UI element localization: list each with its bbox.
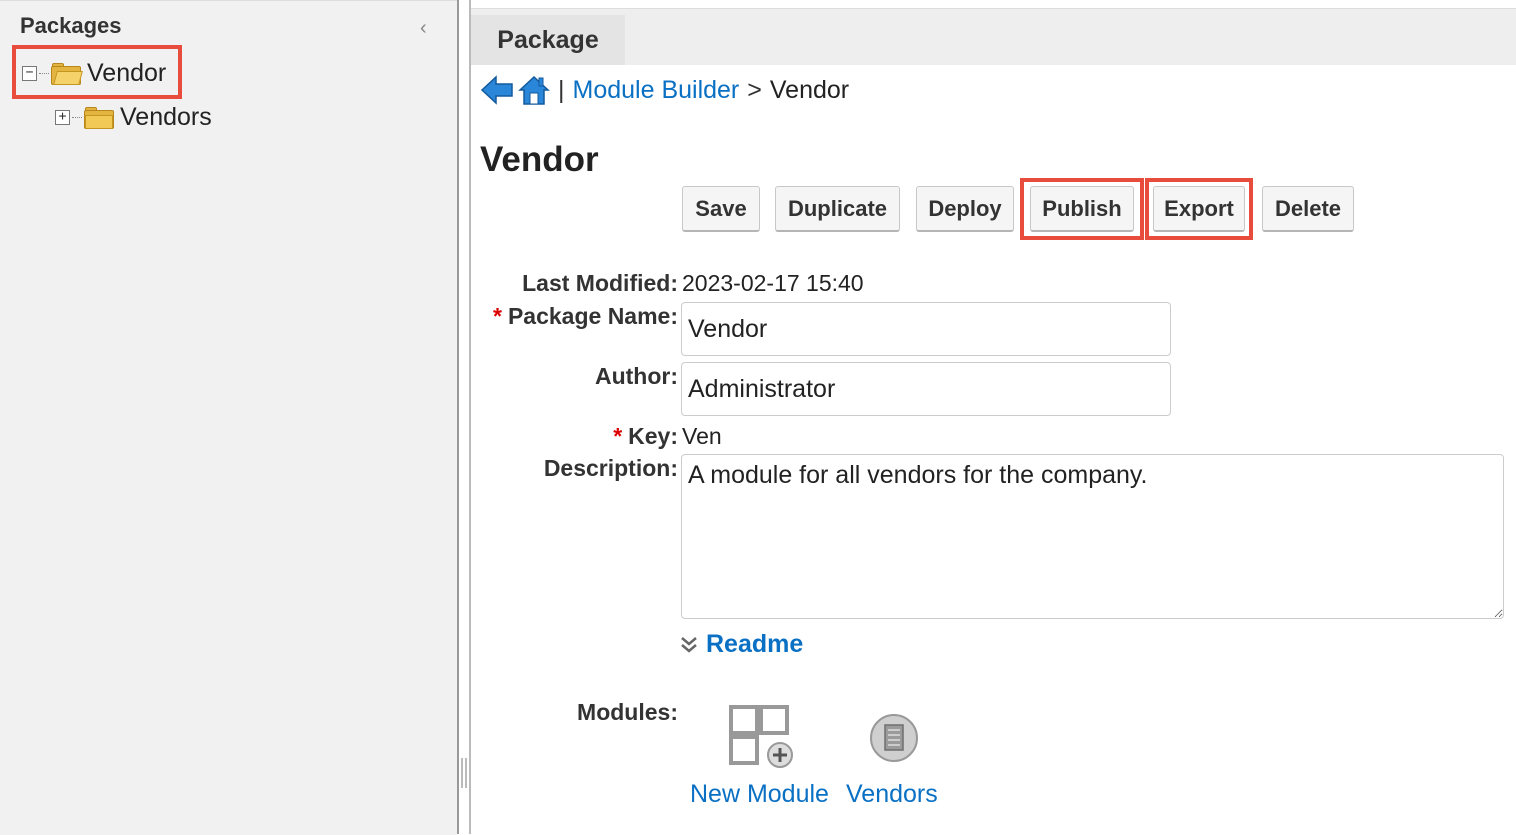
author-label: Author: [594, 363, 678, 389]
page-title: Vendor [480, 140, 599, 179]
tab-package[interactable]: Package [471, 15, 625, 65]
new-module-icon[interactable] [728, 704, 796, 768]
tab-bar: Package [471, 8, 1516, 65]
breadcrumb-module-builder-link[interactable]: Module Builder [573, 76, 740, 105]
back-arrow-icon[interactable] [480, 75, 514, 105]
new-module-link[interactable]: New Module [690, 780, 829, 809]
deploy-button[interactable]: Deploy [916, 186, 1014, 232]
last-modified-label: Last Modified: [522, 270, 678, 296]
key-label-wrap: * Key: [613, 423, 678, 450]
package-name-label-wrap: * Package Name: [493, 303, 678, 330]
last-modified-value: 2023-02-17 15:40 [682, 270, 864, 296]
breadcrumb-current: Vendor [769, 75, 850, 104]
key-label: Key: [628, 423, 678, 449]
key-value: Ven [682, 423, 722, 449]
double-chevron-down-icon [681, 636, 697, 653]
author-input[interactable] [681, 362, 1171, 416]
package-name-label: Package Name: [507, 303, 678, 329]
description-textarea[interactable]: A module for all vendors for the company… [681, 454, 1504, 619]
save-button[interactable]: Save [682, 186, 760, 232]
breadcrumb-separator: | [558, 75, 565, 104]
description-label: Description: [543, 455, 678, 481]
required-marker: * [493, 303, 502, 329]
panel-splitter[interactable] [457, 0, 471, 834]
readme-toggle[interactable]: Readme [680, 630, 803, 659]
modules-label: Modules: [577, 699, 678, 725]
tree-item-vendors[interactable]: + Vendors [55, 103, 212, 132]
highlight-vendor-tree [12, 45, 182, 99]
vendors-module-icon[interactable] [868, 712, 920, 764]
expand-toggle-icon[interactable]: + [55, 110, 70, 125]
breadcrumb-arrow: > [747, 75, 762, 104]
packages-title: Packages [20, 13, 122, 38]
highlight-publish [1020, 178, 1144, 240]
home-icon[interactable] [518, 74, 550, 106]
duplicate-button[interactable]: Duplicate [775, 186, 900, 232]
delete-button[interactable]: Delete [1262, 186, 1354, 232]
folder-icon [84, 106, 114, 129]
vendors-module-link[interactable]: Vendors [846, 780, 938, 809]
highlight-export [1145, 178, 1253, 240]
splitter-grip[interactable] [461, 758, 467, 788]
tree-item-label: Vendors [120, 103, 212, 131]
required-marker: * [613, 423, 623, 449]
readme-label: Readme [706, 630, 804, 658]
package-name-input[interactable] [681, 302, 1171, 356]
collapse-panel-icon[interactable]: ‹ [420, 18, 434, 38]
breadcrumb: | Module Builder > Vendor [480, 72, 849, 108]
packages-panel: Packages ‹ − Vendor + Vendors [0, 0, 457, 835]
